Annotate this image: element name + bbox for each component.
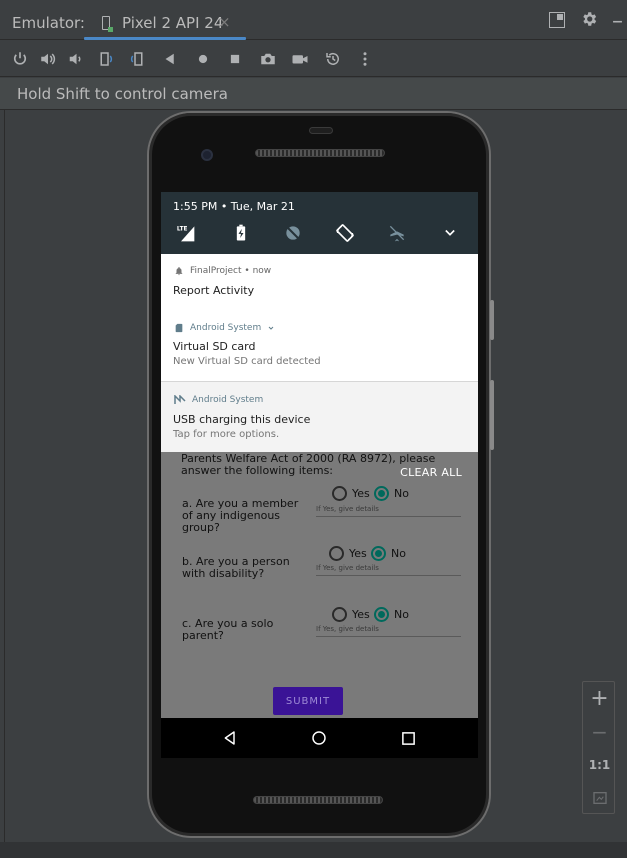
minimize-icon[interactable]: – [612, 11, 623, 33]
radio-yes-label: Yes [352, 487, 370, 500]
clear-all-button[interactable]: CLEAR ALL [400, 466, 462, 479]
nav-recents-icon[interactable] [396, 726, 420, 750]
notification-title: Virtual SD card [173, 340, 256, 353]
radio-no-label: No [394, 487, 409, 500]
home-icon[interactable] [193, 49, 213, 69]
camera-hint-bar: Hold Shift to control camera [0, 78, 627, 110]
screenshot-camera-icon[interactable] [258, 49, 278, 69]
back-icon[interactable] [160, 49, 180, 69]
emulator-label: Emulator: [12, 14, 85, 32]
radio-yes-b[interactable] [329, 546, 344, 561]
radio-no-label: No [391, 547, 406, 560]
dnd-icon[interactable] [282, 222, 304, 244]
volume-up-icon[interactable] [38, 49, 58, 69]
zoom-fit-icon[interactable] [583, 781, 616, 814]
radio-no-b[interactable] [371, 546, 386, 561]
emulator-toolbar [0, 41, 627, 77]
details-hint-b[interactable]: If Yes, give details [316, 564, 379, 572]
lte-signal-icon[interactable]: LTE [175, 222, 197, 244]
notification-text: New Virtual SD card detected [173, 356, 321, 367]
notification-bell-icon [175, 267, 183, 276]
nav-home-icon[interactable] [307, 726, 331, 750]
close-tab-icon[interactable]: × [218, 13, 231, 31]
android-nav-bar [161, 718, 478, 758]
nav-back-icon[interactable] [218, 726, 242, 750]
top-speaker-grille [255, 149, 385, 157]
question-b: b. Are you a person with disability? [182, 555, 290, 580]
front-camera [201, 149, 213, 161]
volume-down-icon[interactable] [65, 49, 85, 69]
zoom-1-to-1-button[interactable]: 1:1 [583, 748, 616, 781]
details-hint-a[interactable]: If Yes, give details [316, 505, 379, 513]
emulator-titlebar: Emulator: Pixel 2 API 24 × – [0, 0, 627, 40]
details-input-c[interactable] [316, 636, 461, 637]
status-time-date: 1:55 PM • Tue, Mar 21 [173, 200, 295, 213]
airplane-mode-icon[interactable] [386, 222, 408, 244]
radio-yes-c[interactable] [332, 607, 347, 622]
notification-virtual-sd-card[interactable]: Android System Virtual SD card New Virtu… [161, 318, 478, 381]
details-hint-c[interactable]: If Yes, give details [316, 625, 379, 633]
zoom-in-button[interactable]: + [583, 682, 616, 715]
chevron-down-icon[interactable] [439, 222, 461, 244]
notification-text: Tap for more options. [173, 429, 280, 440]
radio-no-label: No [394, 608, 409, 621]
bottom-speaker-grille [253, 796, 383, 804]
settings-gear-icon[interactable] [580, 10, 598, 32]
tab-title: Pixel 2 API 24 [122, 14, 224, 32]
details-input-b[interactable] [316, 575, 461, 576]
zoom-controls: + − 1:1 [582, 681, 615, 814]
side-button-volume[interactable] [490, 380, 494, 450]
tab-pixel-2-api-24[interactable]: Pixel 2 API 24 × [84, 6, 246, 40]
rotate-right-icon[interactable] [128, 49, 148, 69]
notification-usb-charging[interactable]: Android System USB charging this device … [161, 381, 478, 452]
expand-chevron-icon[interactable] [267, 324, 275, 332]
power-icon[interactable] [10, 49, 30, 69]
notification-app-label: Android System [190, 323, 262, 333]
question-c: c. Are you a solo parent? [182, 617, 274, 642]
window-layout-icon[interactable] [549, 12, 565, 28]
device-screen[interactable]: 1:55 PM • Tue, Mar 21 LTE FinalProject •… [161, 192, 478, 758]
radio-yes-label: Yes [352, 608, 370, 621]
bottom-strip [0, 842, 627, 858]
notification-shade-header: 1:55 PM • Tue, Mar 21 LTE [161, 192, 478, 254]
radio-yes-label: Yes [349, 547, 367, 560]
battery-charging-icon[interactable] [230, 222, 252, 244]
overview-icon[interactable] [225, 49, 245, 69]
android-n-icon [174, 395, 186, 404]
question-a: a. Are you a member of any indigenous gr… [182, 497, 299, 534]
active-tab-indicator [84, 37, 246, 40]
device-phone-icon [102, 16, 113, 32]
camera-hint-text: Hold Shift to control camera [17, 85, 229, 103]
radio-no-a[interactable] [374, 486, 389, 501]
notification-report-activity[interactable]: FinalProject • now Report Activity [161, 254, 478, 318]
more-options-icon[interactable] [355, 49, 375, 69]
rotate-left-icon[interactable] [95, 49, 115, 69]
snapshot-restore-icon[interactable] [323, 49, 343, 69]
details-input-a[interactable] [316, 516, 461, 517]
submit-button[interactable]: SUBMIT [273, 687, 343, 715]
radio-yes-a[interactable] [332, 486, 347, 501]
notification-title: Report Activity [173, 284, 255, 297]
notification-app-label: FinalProject • now [190, 266, 272, 276]
side-button-power[interactable] [490, 300, 494, 340]
svg-text:LTE: LTE [177, 227, 188, 233]
earpiece [309, 127, 333, 134]
notification-app-label: Android System [192, 395, 264, 405]
notification-title: USB charging this device [173, 413, 311, 426]
screen-record-icon[interactable] [290, 49, 310, 69]
auto-rotate-icon[interactable] [334, 222, 356, 244]
radio-no-c[interactable] [374, 607, 389, 622]
sd-card-icon [175, 323, 183, 333]
app-form-dimmed: Parents Welfare Act of 2000 (RA 8972), p… [161, 452, 478, 718]
zoom-out-button[interactable]: − [583, 715, 616, 748]
